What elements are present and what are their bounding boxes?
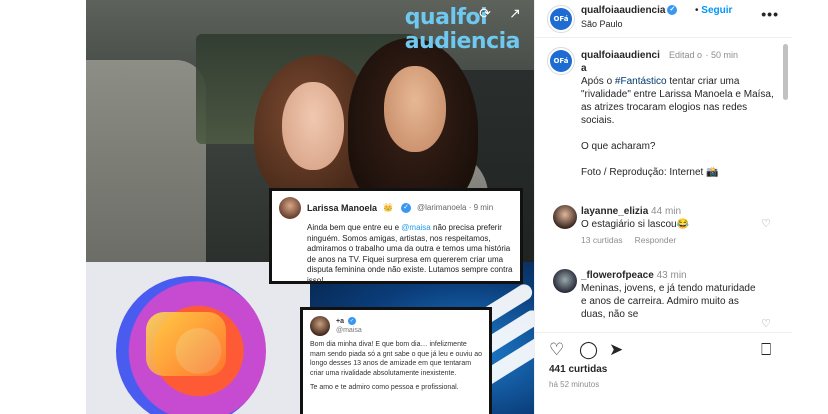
tweet-author-name: +a	[336, 317, 344, 325]
bookmark-icon[interactable]: ⎕	[761, 340, 771, 360]
comment-reply-button[interactable]: Responder	[635, 235, 677, 245]
comment-time: 44 min	[651, 206, 682, 217]
scrollbar-thumb[interactable]	[783, 44, 788, 100]
post-action-bar: ♡ ◯ ➤ ⎕	[535, 332, 793, 366]
tweet-text: Ainda bem que entre eu e @maisa não prec…	[279, 223, 513, 286]
comment-likes[interactable]: 13 curtidas	[581, 235, 623, 245]
comment-username[interactable]: _flowerofpeace	[581, 270, 654, 281]
follow-label: Seguir	[701, 5, 733, 16]
tweet-avatar	[310, 316, 330, 336]
caption-avatar-logo: OFá	[550, 50, 572, 72]
comment-like-heart-icon[interactable]: ♡	[761, 317, 771, 329]
tweet-text-line2: Te amo e te admiro como pessoa e profiss…	[310, 384, 459, 391]
comment-text: Meninas, jovens, e já tendo maturidade e…	[581, 283, 756, 320]
tweet-handle: @maisa	[336, 327, 362, 334]
account-username-text: qualfoiaaudiencia	[581, 5, 666, 16]
tweet-mention: @maisa	[401, 223, 431, 232]
tweet-text-part: não precisa preferir ninguém. Somos amig…	[307, 223, 513, 285]
person-left-face	[282, 82, 344, 170]
globo-logo-panel	[86, 262, 310, 414]
post-sidebar: OFá qualfoiaaudiencia ✓ • Seguir São Paul…	[534, 0, 793, 414]
caption-text-part: Após o	[581, 76, 615, 87]
share-out-icon[interactable]: ↗	[506, 4, 524, 22]
account-avatar[interactable]: OFá	[547, 5, 575, 33]
post-media[interactable]: qualfoi audiencia ⟳ ↗ Larissa Manoela 👑 …	[86, 0, 534, 414]
verified-icon: ✓	[401, 203, 411, 213]
tweet-author-name: Larissa Manoela	[307, 202, 378, 213]
reels-icon[interactable]: ⟳	[476, 4, 494, 22]
more-options-icon[interactable]: •••	[761, 6, 779, 22]
watermark-line2: audiencia	[404, 29, 521, 54]
post-caption: qualfoiaaudienci a Após o #Fantástico te…	[581, 49, 777, 179]
car-seat-left	[86, 60, 206, 262]
account-avatar-logo: OFá	[550, 8, 572, 30]
caption-meta: Editad o · 50 min	[669, 50, 739, 60]
post-timestamp[interactable]: há 52 minutos	[549, 380, 599, 389]
follow-button[interactable]: • Seguir	[695, 5, 732, 16]
caption-avatar[interactable]: OFá	[547, 47, 575, 75]
tweet-text-part: Ainda bem que entre eu e	[307, 223, 402, 232]
tweet-handle: @larimanoela · 9 min	[417, 202, 494, 212]
watermark-line1: qualfoi	[404, 5, 488, 30]
post-location[interactable]: São Paulo	[581, 19, 623, 29]
post-header: OFá qualfoiaaudiencia ✓ • Seguir São Paul…	[535, 0, 793, 38]
account-username[interactable]: qualfoiaaudiencia ✓	[581, 5, 678, 16]
tweet-text: Bom dia minha diva! E que bom dia… infel…	[310, 341, 483, 377]
caption-hashtag[interactable]: #Fantástico	[615, 76, 667, 87]
comment-time: 43 min	[656, 270, 687, 281]
tweet-card-larissa: Larissa Manoela 👑 ✓ @larimanoela · 9 min…	[269, 188, 523, 286]
caption-time: 50 min	[711, 50, 739, 60]
caption-edited: Editad o	[669, 50, 703, 60]
comment-text: O estagiário si lascou😂	[581, 219, 690, 230]
watermark-logo: qualfoi audiencia	[404, 5, 521, 54]
page-background-right	[792, 0, 828, 414]
share-send-icon[interactable]: ➤	[609, 340, 623, 360]
verified-icon: ✓	[667, 5, 678, 16]
comment-username[interactable]: layanne_elizia	[581, 206, 648, 217]
person-right-face	[384, 66, 446, 152]
comment-like-heart-icon[interactable]: ♡	[761, 217, 771, 230]
caption-question: O que acharam?	[581, 141, 656, 152]
comment-avatar[interactable]	[553, 205, 577, 229]
globo-logo-screen	[146, 312, 226, 376]
caption-credit: Foto / Reprodução: Internet 📸	[581, 167, 719, 178]
like-count[interactable]: 441 curtidas	[549, 364, 607, 375]
crown-emoji: 👑	[383, 202, 393, 212]
tweet-avatar	[279, 197, 301, 219]
comment-avatar[interactable]	[553, 269, 577, 293]
comments-scroll-area[interactable]: OFá qualfoiaaudienci a Após o #Fantástic…	[535, 39, 793, 329]
comment-bubble-icon[interactable]: ◯	[579, 340, 598, 360]
caption-username[interactable]: qualfoiaaudienci a	[581, 49, 665, 75]
tweet-card-maisa: +a ✓ @maisa Bom dia minha diva! E que bo…	[300, 307, 492, 414]
like-heart-icon[interactable]: ♡	[549, 340, 564, 360]
verified-icon: ✓	[347, 316, 356, 325]
